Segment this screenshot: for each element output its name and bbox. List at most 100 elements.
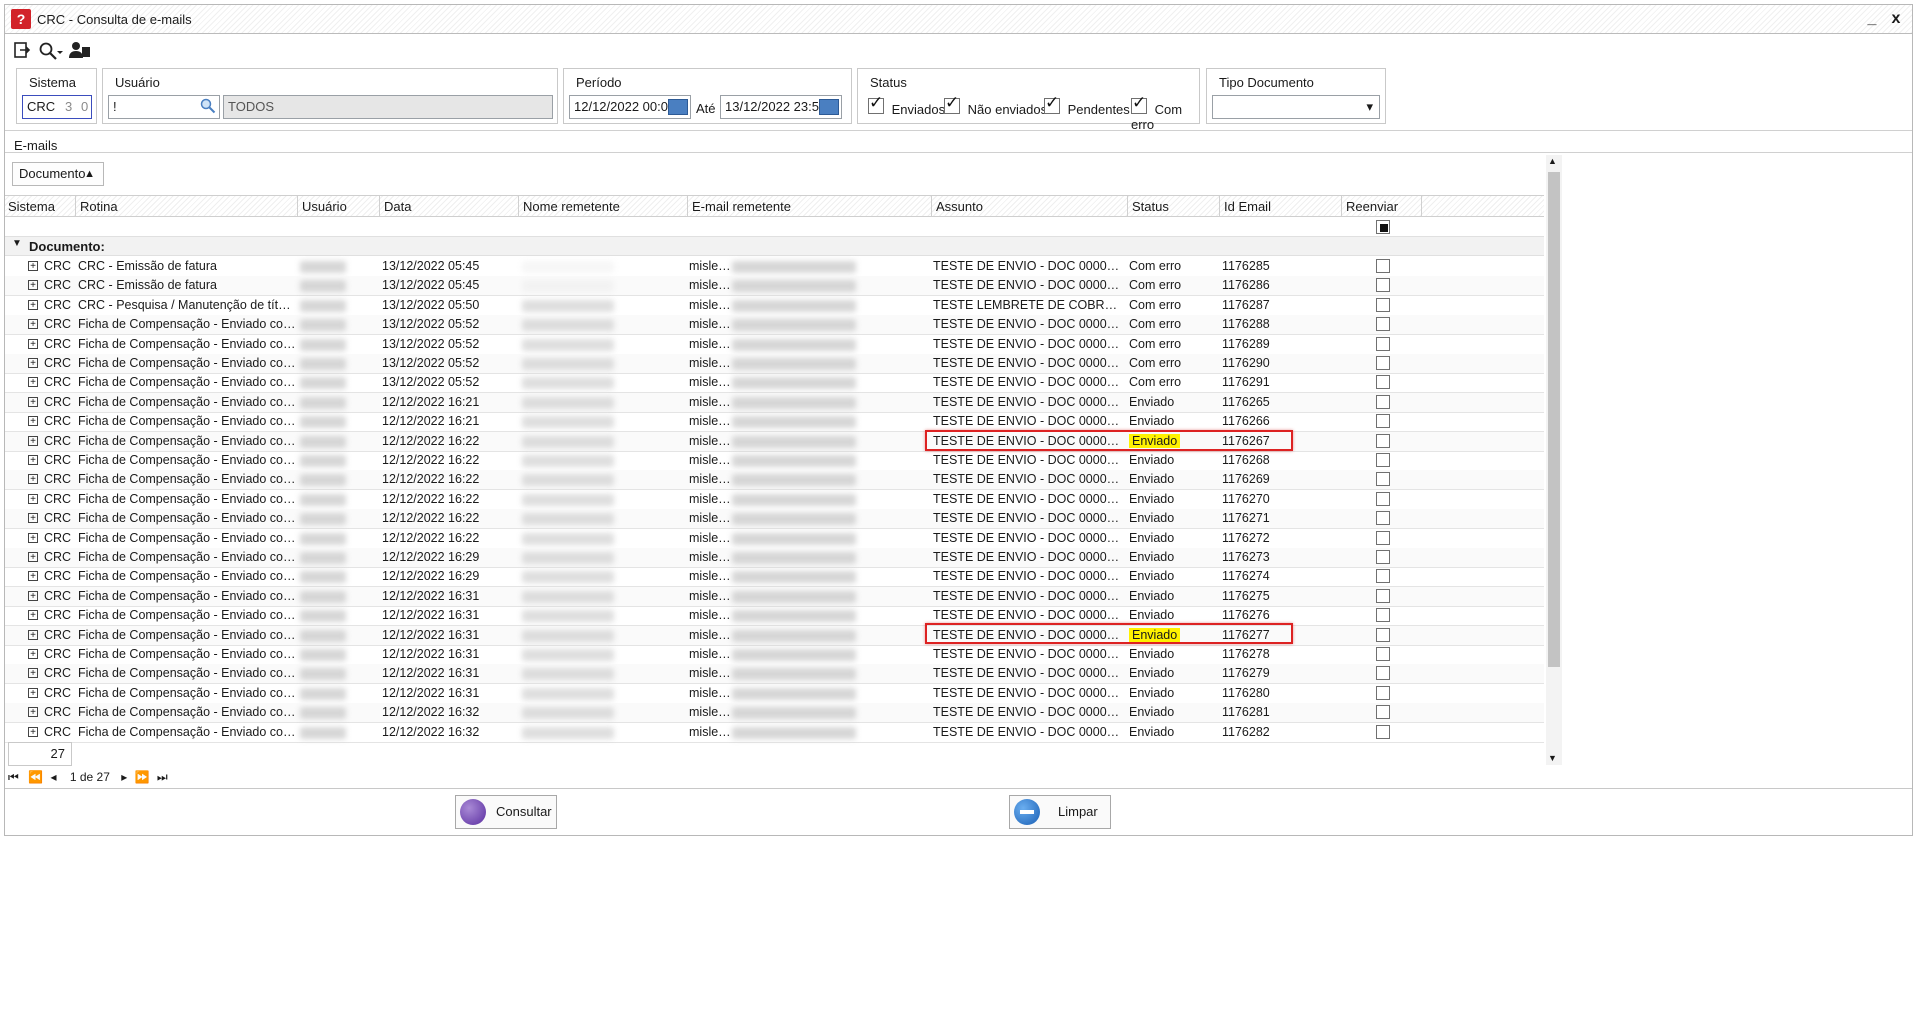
- tipo-documento-select[interactable]: ▾: [1212, 95, 1380, 119]
- col-email-remetente[interactable]: E-mail remetente: [688, 196, 932, 217]
- table-row[interactable]: + CRC Ficha de Compensação - Enviado com a…: [4, 509, 1544, 530]
- table-row[interactable]: + CRC Ficha de Compensação - Enviado com a…: [4, 431, 1544, 452]
- col-nome-remetente[interactable]: Nome remetente: [519, 196, 688, 217]
- expand-icon[interactable]: +: [28, 649, 38, 660]
- periodo-to-input[interactable]: 13/12/2022 23:59: [720, 95, 842, 119]
- expand-icon[interactable]: +: [28, 687, 38, 698]
- table-row[interactable]: + CRC Ficha de Compensação - Enviado com a…: [4, 703, 1544, 724]
- expand-icon[interactable]: +: [28, 261, 38, 272]
- expand-icon[interactable]: +: [28, 455, 38, 466]
- table-row[interactable]: + CRC Ficha de Compensação - Enviado com a…: [4, 451, 1544, 471]
- user-icon[interactable]: [69, 41, 91, 63]
- table-row[interactable]: + CRC Ficha de Compensação - Enviado com a…: [4, 548, 1544, 568]
- expand-icon[interactable]: +: [28, 571, 38, 582]
- expand-icon[interactable]: +: [28, 435, 38, 446]
- calendar-icon[interactable]: [668, 99, 688, 115]
- expand-icon[interactable]: +: [28, 726, 38, 737]
- table-row[interactable]: + CRC CRC - Pesquisa / Manutenção de títul…: [4, 296, 1544, 316]
- reenviar-checkbox[interactable]: [1376, 608, 1390, 623]
- table-row[interactable]: + CRC Ficha de Compensação - Enviado com a…: [4, 335, 1544, 355]
- checkbox-icon[interactable]: [1044, 93, 1060, 114]
- expand-icon[interactable]: +: [28, 396, 38, 407]
- table-row[interactable]: + CRC Ficha de Compensação - Enviado com a…: [4, 392, 1544, 413]
- reenviar-checkbox[interactable]: [1376, 356, 1390, 370]
- table-row[interactable]: + CRC Ficha de Compensação - Enviado com a…: [4, 529, 1544, 549]
- col-usuario[interactable]: Usuário: [298, 196, 380, 217]
- checkbox-icon[interactable]: [1131, 93, 1147, 114]
- expand-icon[interactable]: +: [28, 416, 38, 427]
- status-enviados-checkbox[interactable]: Enviados: [868, 93, 945, 117]
- expand-icon[interactable]: +: [28, 610, 38, 621]
- reenviar-checkbox[interactable]: [1376, 511, 1390, 526]
- dropdown-caret-icon[interactable]: [55, 41, 65, 63]
- expand-icon[interactable]: +: [28, 358, 38, 369]
- prev-page-icon[interactable]: ◂: [50, 770, 56, 784]
- close-button[interactable]: x: [1885, 8, 1907, 30]
- group-row[interactable]: ▼ Documento:: [4, 237, 1544, 256]
- reenviar-checkbox[interactable]: [1376, 569, 1390, 584]
- reenviar-checkbox[interactable]: [1376, 472, 1390, 487]
- reenviar-checkbox[interactable]: [1376, 491, 1390, 506]
- table-row[interactable]: + CRC Ficha de Compensação - Enviado com a…: [4, 470, 1544, 491]
- status-com-erro-checkbox[interactable]: Com erro: [1131, 93, 1199, 132]
- table-row[interactable]: + CRC Ficha de Compensação - Enviado com a…: [4, 567, 1544, 588]
- expand-icon[interactable]: +: [28, 513, 38, 524]
- sort-up-icon[interactable]: ▲: [84, 163, 95, 185]
- reenviar-checkbox[interactable]: [1376, 297, 1390, 312]
- select-all-checkbox[interactable]: [1376, 220, 1390, 234]
- table-row[interactable]: + CRC Ficha de Compensação - Enviado com a…: [4, 354, 1544, 374]
- col-id-email[interactable]: Id Email: [1220, 196, 1342, 217]
- expand-icon[interactable]: +: [28, 377, 38, 388]
- reenviar-checkbox[interactable]: [1376, 705, 1390, 720]
- reenviar-checkbox[interactable]: [1376, 685, 1390, 700]
- sistema-input[interactable]: CRC 3 0: [22, 95, 92, 119]
- reenviar-checkbox[interactable]: [1376, 550, 1390, 564]
- exit-icon[interactable]: [11, 41, 33, 63]
- limpar-button[interactable]: Limpar: [1009, 795, 1111, 829]
- expand-icon[interactable]: +: [28, 299, 38, 310]
- chevron-down-icon[interactable]: ▾: [1366, 96, 1373, 118]
- checkbox-icon[interactable]: [868, 93, 884, 114]
- col-status[interactable]: Status: [1128, 196, 1220, 217]
- consultar-button[interactable]: Consultar: [455, 795, 557, 829]
- last-page-icon[interactable]: ⏭: [157, 770, 168, 784]
- usuario-search-icon[interactable]: [200, 98, 216, 121]
- expand-icon[interactable]: +: [28, 338, 38, 349]
- col-sistema[interactable]: Sistema: [4, 196, 76, 217]
- reenviar-checkbox[interactable]: [1376, 394, 1390, 409]
- table-row[interactable]: + CRC Ficha de Compensação - Enviado com a…: [4, 684, 1544, 704]
- col-reenviar[interactable]: Reenviar: [1342, 196, 1422, 217]
- reenviar-checkbox[interactable]: [1376, 724, 1390, 739]
- periodo-from-input[interactable]: 12/12/2022 00:00: [569, 95, 691, 119]
- reenviar-checkbox[interactable]: [1376, 666, 1390, 681]
- expand-icon[interactable]: +: [28, 280, 38, 291]
- expand-icon[interactable]: +: [28, 532, 38, 543]
- table-row[interactable]: + CRC Ficha de Compensação - Enviado com a…: [4, 412, 1544, 433]
- reenviar-checkbox[interactable]: [1376, 433, 1390, 448]
- expand-icon[interactable]: +: [28, 590, 38, 601]
- reenviar-checkbox[interactable]: [1376, 414, 1390, 429]
- reenviar-checkbox[interactable]: [1376, 259, 1390, 273]
- col-rotina[interactable]: Rotina: [76, 196, 298, 217]
- minimize-button[interactable]: _: [1861, 8, 1883, 30]
- table-row[interactable]: + CRC Ficha de Compensação - Enviado com a…: [4, 586, 1544, 607]
- expand-icon[interactable]: +: [28, 552, 38, 563]
- reenviar-checkbox[interactable]: [1376, 453, 1390, 467]
- table-row[interactable]: + CRC CRC - Emissão de fatura 13/12/2022 05…: [4, 257, 1544, 277]
- collapse-icon[interactable]: ▼: [12, 238, 22, 249]
- table-row[interactable]: + CRC Ficha de Compensação - Enviado com a…: [4, 606, 1544, 627]
- table-row[interactable]: + CRC Ficha de Compensação - Enviado com a…: [4, 373, 1544, 394]
- status-pendentes-checkbox[interactable]: Pendentes: [1044, 93, 1130, 117]
- scroll-down-icon[interactable]: ▼: [1548, 753, 1557, 763]
- col-data[interactable]: Data: [380, 196, 519, 217]
- reenviar-checkbox[interactable]: [1376, 530, 1390, 545]
- table-row[interactable]: + CRC CRC - Emissão de fatura 13/12/2022 05…: [4, 276, 1544, 297]
- usuario-input[interactable]: !: [108, 95, 220, 119]
- table-row[interactable]: + CRC Ficha de Compensação - Enviado com a…: [4, 490, 1544, 510]
- scroll-up-icon[interactable]: ▲: [1548, 156, 1557, 166]
- group-by-chip[interactable]: Documento ▲: [12, 162, 104, 186]
- checkbox-icon[interactable]: [944, 93, 960, 114]
- table-row[interactable]: + CRC Ficha de Compensação - Enviado com a…: [4, 315, 1544, 336]
- reenviar-checkbox[interactable]: [1376, 627, 1390, 642]
- reenviar-checkbox[interactable]: [1376, 375, 1390, 390]
